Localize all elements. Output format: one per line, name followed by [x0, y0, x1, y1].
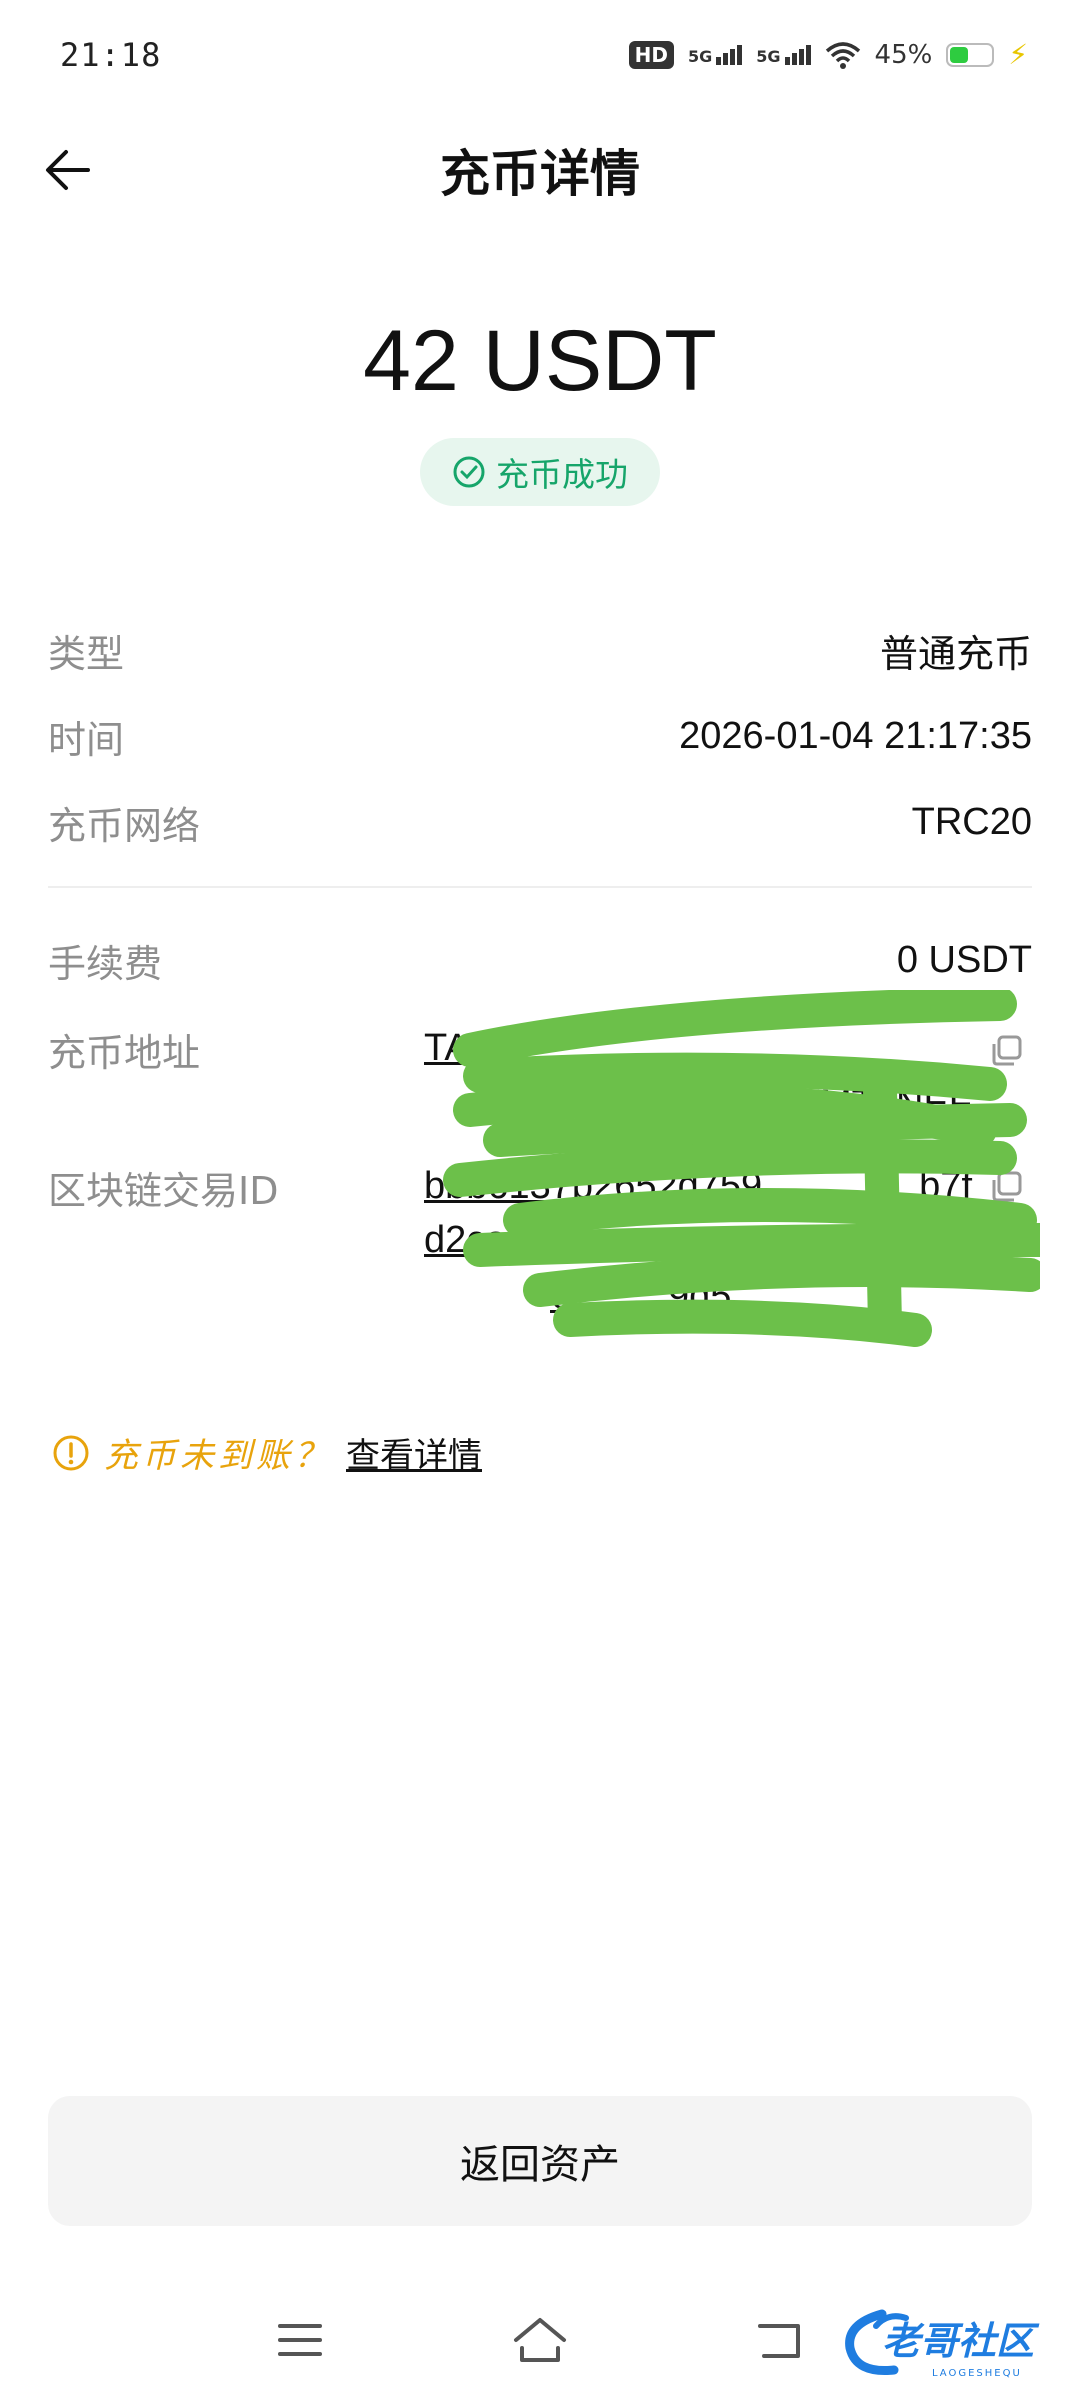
deposit-amount: 42 USDT: [363, 313, 717, 409]
type-value: 普通充币: [879, 633, 1032, 676]
divider: [48, 886, 1032, 888]
status-icons: HD 5G 5G 45% ⚡: [628, 38, 1028, 71]
watermark-logo: 老哥社区 LAOGESHEQU: [842, 2304, 1072, 2380]
address-label: 充币地址: [48, 1031, 201, 1075]
row-time: 时间 2026-01-04 21:17:35: [48, 706, 1032, 766]
svg-text:LAOGESHEQU: LAOGESHEQU: [932, 2368, 1022, 2379]
view-details-link[interactable]: 查看详情: [346, 1428, 482, 1477]
status-time: 21:18: [60, 36, 162, 74]
home-icon[interactable]: [510, 2310, 570, 2370]
hd-badge: HD: [628, 40, 674, 69]
time-value: 2026-01-04 21:17:35: [679, 714, 1032, 757]
signal-icon: 5G: [688, 44, 743, 65]
back-to-assets-button[interactable]: 返回资产: [48, 2096, 1032, 2226]
check-circle-icon: [453, 456, 485, 488]
status-badge: 充币成功: [420, 438, 660, 506]
fee-value: 0 USDT: [896, 938, 1032, 981]
warning-icon: [53, 1435, 89, 1470]
svg-text:老哥社区: 老哥社区: [882, 2319, 1040, 2363]
deposit-help: 充币未到账？ 查看详情: [52, 1428, 482, 1477]
network-value: TRC20: [911, 800, 1032, 843]
page-title: 充币详情: [440, 145, 640, 203]
battery-icon: [946, 42, 995, 67]
signal-icon-2: 5G: [756, 44, 811, 65]
time-label: 时间: [48, 717, 125, 762]
warning-text: 充币未到账？: [104, 1436, 332, 1476]
type-label: 类型: [48, 631, 125, 676]
return-icon[interactable]: [750, 2310, 810, 2370]
row-network: 充币网络 TRC20: [48, 792, 1032, 852]
network-label: 充币网络: [48, 803, 201, 848]
battery-percent: 45%: [874, 39, 933, 70]
row-fee: 手续费 0 USDT: [48, 930, 1032, 990]
wifi-icon: [825, 41, 860, 69]
menu-icon[interactable]: [270, 2310, 330, 2370]
redaction-scribble: [443, 990, 1040, 1347]
status-text: 充币成功: [496, 455, 628, 494]
fee-label: 手续费: [48, 941, 163, 986]
row-type: 类型 普通充币: [48, 620, 1032, 680]
charging-icon: ⚡: [1008, 38, 1028, 71]
txid-label: 区块链交易ID: [48, 1169, 279, 1213]
